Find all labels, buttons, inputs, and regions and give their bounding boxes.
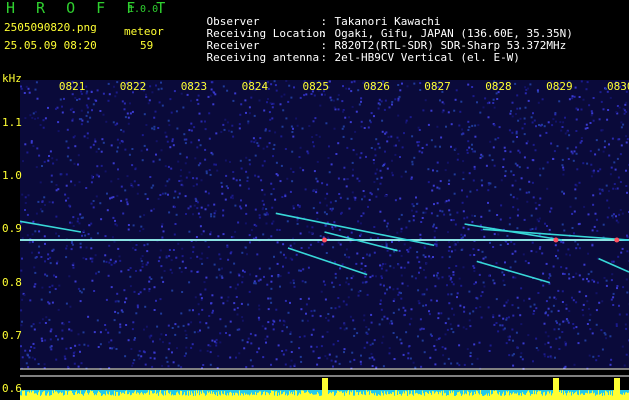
app-version: 1.0.0 (128, 4, 159, 15)
y-tick-label: 0.9 (2, 222, 22, 236)
observation-datetime: 25.05.09 08:20 (4, 39, 97, 52)
x-tick-label: 0821 (58, 80, 86, 93)
echo-peak-mark (614, 237, 620, 243)
noise-background (20, 80, 629, 368)
x-tick-label: 0828 (485, 80, 512, 93)
echo-peak-mark (322, 237, 327, 243)
spectrogram-svg (20, 80, 629, 400)
signal-strength-bars (20, 378, 629, 400)
x-tick-label: 0825 (302, 80, 330, 93)
x-tick-label: 0824 (241, 80, 269, 93)
x-tick-label: 0830 (607, 80, 629, 93)
hrofft-screenshot: H R O F F T 1.0.0 2505090820.png 25.05.0… (0, 0, 629, 400)
x-tick-label: 0827 (424, 80, 451, 93)
y-tick-label: 0.8 (2, 275, 22, 289)
y-axis-unit-label: kHz (2, 72, 22, 85)
x-tick-label: 0826 (363, 80, 390, 93)
meteor-count-value: 59 (140, 39, 154, 52)
spectrogram-plot (20, 80, 629, 400)
meteor-count-label: meteor (124, 25, 164, 38)
echo-peak-mark (553, 237, 559, 243)
info-value: 2el-HB9CV Vertical (el. E-W) (334, 51, 520, 64)
x-tick-label: 0829 (546, 80, 573, 93)
info-separator: : (320, 51, 328, 64)
x-tick-label: 0822 (119, 80, 147, 93)
y-tick-label: 0.6 (2, 382, 22, 396)
info-row-antenna: Receiving antenna: 2el-HB9CV Vertical (el… (180, 40, 520, 76)
x-tick-label: 0823 (180, 80, 208, 93)
y-tick-label: 1.0 (2, 169, 22, 182)
info-key: Receiving antenna (206, 51, 320, 64)
y-tick-label: 1.1 (2, 115, 22, 129)
y-tick-label: 0.7 (2, 329, 22, 342)
image-filename: 2505090820.png (4, 21, 97, 34)
